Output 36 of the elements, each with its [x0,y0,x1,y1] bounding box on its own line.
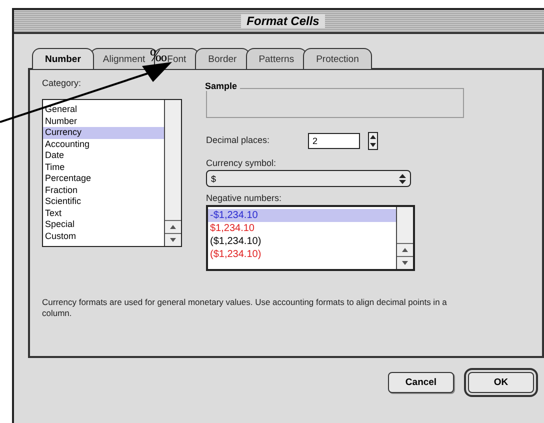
category-item[interactable]: Fraction [43,184,164,196]
scrollbar[interactable] [164,100,181,246]
sample-label: Sample [205,81,240,91]
negative-number-item[interactable]: ($1,234.10) [208,248,396,261]
tab[interactable]: Number [32,48,94,69]
decimal-places-label: Decimal places: [206,135,270,145]
negative-number-item[interactable]: ($1,234.10) [208,235,396,248]
window-title: Format Cells [240,14,326,28]
tab[interactable]: Border [195,48,250,69]
negative-number-item[interactable]: $1,234.10 [208,222,396,235]
category-item[interactable]: Currency [43,127,164,138]
category-item[interactable]: General [43,104,164,116]
negative-number-item[interactable]: -$1,234.10 [208,209,396,222]
tab[interactable]: Protection [303,48,372,69]
description-text: Currency formats are used for general monetary values. Use accounting formats to align decimal points in a column. [42,297,448,319]
decimal-places-field[interactable]: 2 [308,133,360,149]
scrollbar[interactable] [396,207,413,269]
tab[interactable]: Patterns [246,48,308,69]
category-item[interactable]: Percentage [43,173,164,184]
dropdown-arrows-icon [399,174,406,184]
category-item[interactable]: Special [43,219,164,230]
currency-select[interactable]: $ [206,170,411,187]
stepper-icon[interactable] [368,132,378,150]
category-item[interactable]: Date [43,150,164,162]
category-item[interactable]: Scientific [43,196,164,208]
category-item[interactable]: Number [43,116,164,127]
category-label: Category: [42,78,82,88]
negative-numbers-label: Negative numbers: [206,193,283,203]
category-list[interactable]: General Number Currency Accounting Date Time Percentage Fraction Scientific Text Special Custom [42,99,182,247]
category-item[interactable]: Text [43,208,164,219]
cancel-button[interactable]: Cancel [388,372,454,393]
currency-symbol-label: Currency symbol: [206,158,278,168]
category-item[interactable]: Accounting [43,138,164,150]
negative-numbers-list[interactable]: -$1,234.10 $1,234.10 ($1,234.10) ($1,234.10) [206,205,415,271]
category-item[interactable]: Custom [43,230,164,242]
category-item[interactable]: Time [43,162,164,173]
